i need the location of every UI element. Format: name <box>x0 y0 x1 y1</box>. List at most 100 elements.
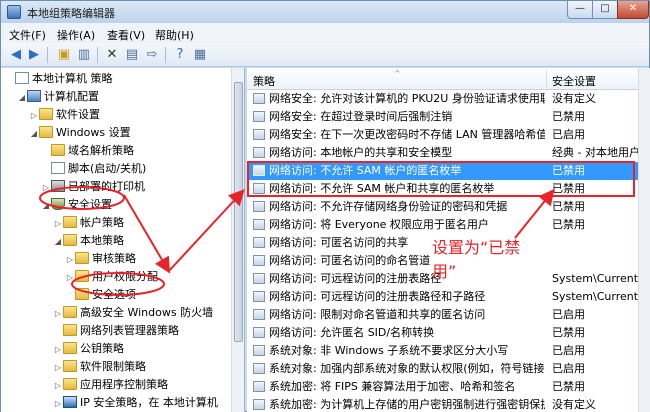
expand-toggle-icon[interactable]: ◢ <box>17 89 27 107</box>
policy-name-text: 系统加密: 将 FIPS 兼容算法用于加密、哈希和签名 <box>269 380 516 393</box>
maximize-button[interactable]: □ <box>592 1 618 19</box>
menu-action[interactable]: 操作(A) <box>57 27 95 43</box>
doc-icon <box>15 72 29 84</box>
table-row[interactable]: 网络安全: 在超过登录时间后强制注销 已禁用 <box>247 108 650 126</box>
tree-item[interactable]: ◢ Windows 设置 <box>29 124 131 142</box>
tree-item-label: 本地策略 <box>80 234 124 247</box>
table-row[interactable]: 网络访问: 本地帐户的共享和安全模型 经典 - 对本地用户 <box>247 144 650 162</box>
table-row[interactable]: 系统对象: 加强内部系统对象的默认权限(例如，符号链接) 已启用 <box>247 360 650 378</box>
tree-item[interactable]: ▷ 应用程序控制策略 <box>53 376 168 394</box>
tree-item[interactable]: ▷ 软件限制策略 <box>53 358 146 376</box>
tree-item-label: 软件限制策略 <box>80 360 146 373</box>
tree-item-label: 网络列表管理器策略 <box>80 324 179 337</box>
tree-item-label: 软件设置 <box>56 108 100 121</box>
column-divider[interactable] <box>546 70 547 88</box>
expand-toggle-icon[interactable]: ▷ <box>53 359 63 377</box>
policy-name-text: 网络访问: 可匿名访问的命名管道 <box>269 254 431 267</box>
expand-toggle-icon[interactable]: ▷ <box>53 305 63 323</box>
expand-toggle-icon[interactable]: ▷ <box>53 215 63 233</box>
tree-scrollbar[interactable] <box>231 68 244 412</box>
expand-toggle-icon[interactable]: ▷ <box>65 251 75 269</box>
policy-name-text: 网络访问: 允许匿名 SID/名称转换 <box>269 326 435 339</box>
menu-file[interactable]: 文件(F) <box>9 27 46 43</box>
tree-item[interactable]: 安全选项 <box>65 286 136 304</box>
forward-arrow-icon[interactable]: ▶ <box>25 47 43 63</box>
expand-toggle-icon[interactable]: ◢ <box>41 197 51 215</box>
expand-toggle-icon[interactable]: ▷ <box>29 107 39 125</box>
tree-item[interactable]: ▷ 公钥策略 <box>53 340 124 358</box>
table-row[interactable]: 网络访问: 可远程访问的注册表路径和子路径 System\CurrentC <box>247 288 650 306</box>
tree-item-label: 审核策略 <box>92 252 136 265</box>
tree-item[interactable]: ◢ 计算机配置 <box>17 88 99 106</box>
tree-item[interactable]: ▷ 已部署的打印机 <box>41 178 145 196</box>
tree-item-label: 公钥策略 <box>80 342 124 355</box>
tree-scroll-thumb[interactable] <box>234 82 243 342</box>
show-hide-tree-icon[interactable]: ▥ <box>75 47 93 63</box>
help-icon[interactable]: ? <box>171 47 189 63</box>
policy-icon <box>253 309 265 320</box>
table-row[interactable]: 系统加密: 为计算机上存储的用户密钥强制进行强密钥保护 没有定义 <box>247 396 650 412</box>
back-arrow-icon[interactable]: ◀ <box>7 47 25 63</box>
expand-toggle-icon[interactable]: ▷ <box>53 341 63 359</box>
tree-item[interactable]: ◢ 安全设置 <box>41 196 112 214</box>
tree-item[interactable]: ▷ 软件设置 <box>29 106 100 124</box>
close-button[interactable]: ✕ <box>617 1 649 19</box>
column-header-policy[interactable]: 策略 <box>253 73 275 89</box>
policy-name-text: 系统对象: 加强内部系统对象的默认权限(例如，符号链接) <box>269 362 545 375</box>
delete-icon[interactable]: ✕ <box>103 47 121 63</box>
tree-item[interactable]: ▷ 高级安全 Windows 防火墙 <box>53 304 213 322</box>
policy-name: 系统加密: 将 FIPS 兼容算法用于加密、哈希和签名 <box>253 378 545 396</box>
tree-item[interactable]: ▷ 用户权限分配 <box>65 268 158 286</box>
policy-icon <box>253 201 265 212</box>
tree-item[interactable]: ▷ 审核策略 <box>65 250 136 268</box>
expand-toggle-icon[interactable]: ▷ <box>53 377 63 395</box>
expand-toggle-icon[interactable]: ◢ <box>29 125 39 143</box>
table-row[interactable]: 网络安全: 允许对该计算机的 PKU2U 身份验证请求使用联... 没有定义 <box>247 90 650 108</box>
table-row[interactable]: 网络访问: 限制对命名管道和共享的匿名访问 已启用 <box>247 306 650 324</box>
table-row[interactable]: 网络访问: 不允许 SAM 帐户和共享的匿名枚举 已禁用 <box>247 180 650 198</box>
tree-item[interactable]: 域名解析策略 <box>41 142 134 160</box>
policy-icon <box>253 237 265 248</box>
table-row[interactable]: 网络访问: 不允许存储网络身份验证的密码和凭据 已禁用 <box>247 198 650 216</box>
filter-icon[interactable]: ▦ <box>191 47 209 63</box>
policy-icon <box>253 183 265 194</box>
tree-item[interactable]: ▷ 帐户策略 <box>53 214 124 232</box>
console-tree[interactable]: 本地计算机 策略 ◢ 计算机配置 ▷ 软件设置 ◢ Windows 设置 域名解析策略 脚本(启… <box>1 68 245 412</box>
policy-icon <box>253 111 265 122</box>
table-row[interactable]: 网络访问: 不允许 SAM 帐户的匿名枚举 已禁用 <box>247 162 650 180</box>
toolbar-separator <box>165 47 166 63</box>
expand-toggle-icon[interactable]: ◢ <box>53 233 63 251</box>
policy-setting: 已禁用 <box>552 110 585 123</box>
table-row[interactable]: 网络安全: 在下一次更改密码时不存储 LAN 管理器哈希值 已启用 <box>247 126 650 144</box>
table-row[interactable]: 系统对象: 非 Windows 子系统不要求区分大小写 已启用 <box>247 342 650 360</box>
export-list-icon[interactable]: ⇨ <box>143 47 161 63</box>
folder-icon <box>63 306 77 318</box>
annotation-text: 设置为“已禁用” <box>432 238 521 281</box>
menu-view[interactable]: 查看(V) <box>107 27 145 43</box>
tree-item[interactable]: ▷ IP 安全策略，在 本地计算机 <box>53 394 218 412</box>
tree-item[interactable]: ◢ 本地策略 <box>53 232 124 250</box>
tree-item-label: 帐户策略 <box>80 216 124 229</box>
expand-toggle-icon[interactable]: ▷ <box>53 395 63 412</box>
table-row[interactable]: 系统加密: 将 FIPS 兼容算法用于加密、哈希和签名 已禁用 <box>247 378 650 396</box>
tree-item-label: 用户权限分配 <box>92 270 158 283</box>
list-scrollbar[interactable] <box>638 68 650 412</box>
expand-toggle-icon[interactable]: ▷ <box>41 179 51 197</box>
expand-toggle-icon[interactable]: ▷ <box>65 269 75 287</box>
tree-item[interactable]: 网络列表管理器策略 <box>53 322 179 340</box>
column-header-setting[interactable]: 安全设置 <box>552 73 596 89</box>
tree-item-label: 安全设置 <box>68 198 112 211</box>
table-row[interactable]: 网络访问: 允许匿名 SID/名称转换 已禁用 <box>247 324 650 342</box>
title-bar[interactable]: 本地组策略编辑器 — □ ✕ <box>1 1 649 23</box>
minimize-button[interactable]: — <box>567 1 593 19</box>
table-row[interactable]: 网络访问: 将 Everyone 权限应用于匿名用户 已禁用 <box>247 216 650 234</box>
printer-icon <box>51 180 65 192</box>
policy-setting: 经典 - 对本地用户 <box>552 146 640 159</box>
menu-help[interactable]: 帮助(H) <box>155 27 194 43</box>
properties-icon[interactable]: ▤ <box>123 47 141 63</box>
up-folder-icon[interactable]: ▣ <box>55 47 73 63</box>
folder-icon <box>39 108 53 120</box>
tree-item[interactable]: 脚本(启动/关机) <box>41 160 146 178</box>
tree-item-label: 本地计算机 策略 <box>32 72 113 85</box>
tree-item[interactable]: 本地计算机 策略 <box>5 70 113 88</box>
